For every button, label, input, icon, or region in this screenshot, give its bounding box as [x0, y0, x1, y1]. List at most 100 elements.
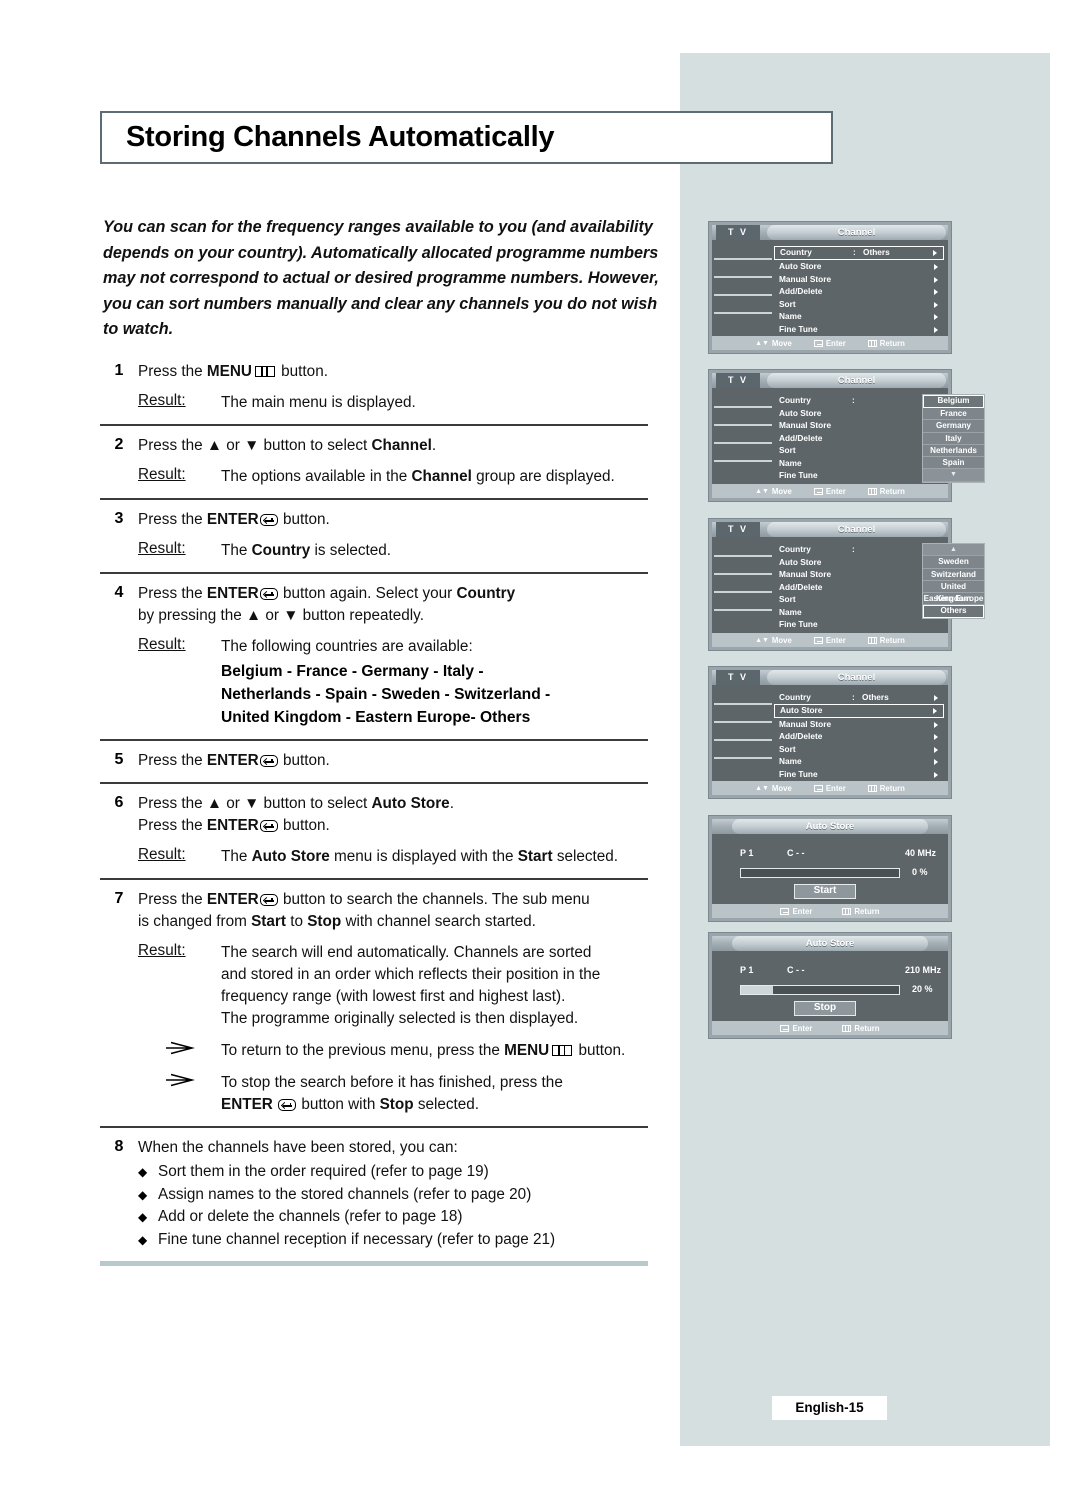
progress-bar-fill	[741, 986, 773, 994]
osd-item-add-delete[interactable]: Add/Delete	[774, 581, 944, 594]
country-option-france[interactable]: France	[923, 408, 984, 421]
enter-keyword: ENTER	[206, 511, 259, 528]
osd-item-fine-tune[interactable]: Fine Tune	[774, 618, 944, 631]
country-option-eastern-europe[interactable]: Eastern Europe	[923, 593, 984, 606]
osd-item-country[interactable]: Country:	[774, 394, 944, 407]
osd-footer-hints: ▲▼ Move Enter Return	[712, 336, 948, 350]
osd-titlebar: T V Channel	[712, 373, 948, 388]
hint-enter: Enter	[780, 907, 812, 916]
up-down-arrows-icon: ▲▼	[755, 784, 769, 792]
osd-item-auto-store[interactable]: Auto Store	[774, 260, 944, 273]
list-item: ◆ Fine tune channel reception if necessar…	[100, 1229, 648, 1252]
step-instruction: Press the ▲ or ▼ button to select Auto S…	[138, 793, 648, 815]
osd-item-manual-store[interactable]: Manual Store	[774, 273, 944, 286]
country-dropdown[interactable]: ▲ Sweden Switzerland United Kingdom East…	[922, 543, 985, 620]
osd-item-manual-store[interactable]: Manual Store	[774, 568, 944, 581]
osd-item-add-delete[interactable]: Add/Delete	[774, 730, 944, 743]
osd-item-fine-tune[interactable]: Fine Tune	[774, 323, 944, 336]
osd-item-sort[interactable]: Sort	[774, 298, 944, 311]
step-1: 1 Press the MENU button. Result: The mai…	[100, 352, 648, 424]
osd-item-auto-store[interactable]: Auto Store	[774, 407, 944, 420]
note-return-to-menu: To return to the previous menu, press th…	[138, 1040, 648, 1062]
osd-titlebar: Auto Store	[712, 936, 948, 951]
country-list: Belgium - France - Germany - Italy - Net…	[221, 660, 550, 729]
osd-item-country[interactable]: Country : Others	[774, 246, 944, 260]
country-option-belgium[interactable]: Belgium	[923, 395, 984, 408]
hint-return-label: Return	[879, 338, 905, 348]
osd-tv-badge: T V	[716, 373, 760, 388]
step-instruction: Press the ENTER button.	[138, 509, 648, 531]
steps-container: 1 Press the MENU button. Result: The mai…	[100, 352, 648, 1266]
osd-decor-lines	[714, 537, 776, 633]
chevron-right-icon	[934, 721, 938, 728]
up-down-arrows-icon: ▲▼	[755, 339, 769, 347]
result-label: Result:	[138, 540, 186, 557]
osd-item-sort[interactable]: Sort	[774, 593, 944, 606]
osd-item-fine-tune[interactable]: Fine Tune	[774, 469, 944, 482]
osd-item-sort[interactable]: Sort	[774, 743, 944, 756]
country-dropdown[interactable]: Belgium France Germany Italy Netherlands…	[922, 394, 985, 483]
osd-item-add-delete[interactable]: Add/Delete	[774, 432, 944, 445]
hint-return: Return	[867, 338, 905, 348]
osd-menu-list: Country: Auto Store Manual Store Add/Del…	[774, 543, 985, 631]
osd-item-add-delete[interactable]: Add/Delete	[774, 285, 944, 298]
scroll-down-icon[interactable]: ▼	[923, 469, 984, 482]
hint-return-label: Return	[879, 635, 905, 645]
country-keyword: Country	[456, 585, 516, 602]
osd-panel-auto-store-start: Auto Store P 1 C - - 40 MHz 0 % Start En…	[708, 815, 952, 922]
osd-item-sort[interactable]: Sort	[774, 444, 944, 457]
osd-item-name[interactable]: Name	[774, 457, 944, 470]
step-result: Result: The Auto Store menu is displayed…	[138, 846, 648, 868]
country-option-netherlands[interactable]: Netherlands	[923, 444, 984, 458]
list-item-label: Assign names to the stored channels (ref…	[158, 1185, 532, 1203]
bullet-list: ◆ Sort them in the order required (refer …	[100, 1161, 648, 1251]
osd-item-manual-store[interactable]: Manual Store	[774, 718, 944, 731]
osd-item-auto-store[interactable]: Auto Store	[774, 556, 944, 569]
country-option-united-kingdom[interactable]: United Kingdom	[923, 580, 984, 603]
osd-panel-country-list-2: T V Channel Country: Auto Store Manual S…	[708, 518, 985, 651]
stop-button[interactable]: Stop	[794, 1001, 856, 1016]
programme-number: P 1	[740, 965, 754, 975]
result-pre: The options available in the	[221, 468, 412, 485]
diamond-icon: ◆	[138, 1165, 148, 1179]
osd-item-name[interactable]: Name	[774, 755, 944, 768]
osd-item-auto-store[interactable]: Auto Store	[774, 703, 944, 718]
result-text: The Country is selected.	[221, 540, 391, 562]
step-result: Result: The search will end automaticall…	[138, 942, 648, 1030]
osd-item-label: Country	[779, 692, 811, 702]
arrow-bullet-icon	[138, 1040, 221, 1055]
step-text-pre: Press the	[138, 891, 203, 908]
enter-key-icon	[813, 784, 823, 792]
osd-panel-auto-store-stop: Auto Store P 1 C - - 210 MHz 20 % Stop E…	[708, 932, 952, 1039]
osd-item-country[interactable]: Country:	[774, 543, 944, 556]
result-label: Result:	[138, 466, 186, 483]
scroll-up-icon[interactable]: ▲	[923, 544, 984, 557]
result-label: Result:	[138, 636, 186, 653]
country-option-germany[interactable]: Germany	[923, 420, 984, 433]
osd-item-fine-tune[interactable]: Fine Tune	[774, 768, 944, 781]
country-option-sweden[interactable]: Sweden	[923, 556, 984, 569]
osd-item-label: Auto Store	[779, 556, 822, 567]
osd-item-country[interactable]: Country : Others	[774, 691, 944, 704]
osd-item-label: Country	[779, 544, 811, 554]
step-text-post: button.	[281, 363, 328, 380]
arrow-head-icon	[165, 1041, 195, 1055]
step-result: Result: The Country is selected.	[138, 540, 648, 562]
hint-enter-label: Enter	[825, 486, 846, 496]
osd-tv-badge: T V	[716, 225, 760, 240]
menu-keyword: MENU	[504, 1042, 550, 1059]
osd-item-label: Sort	[779, 298, 796, 309]
country-option-spain[interactable]: Spain	[923, 457, 984, 470]
start-button[interactable]: Start	[794, 884, 856, 899]
osd-item-manual-store[interactable]: Manual Store	[774, 419, 944, 432]
result-keyword-2: Start	[517, 848, 553, 865]
country-option-switzerland[interactable]: Switzerland	[923, 568, 984, 581]
step-text-post: with channel search started.	[341, 913, 536, 930]
hint-enter: Enter	[780, 1024, 812, 1033]
country-option-others[interactable]: Others	[923, 605, 984, 619]
osd-item-name[interactable]: Name	[774, 606, 944, 619]
osd-item-name[interactable]: Name	[774, 310, 944, 323]
diamond-icon: ◆	[138, 1210, 148, 1224]
country-option-italy[interactable]: Italy	[923, 432, 984, 445]
page-title-box: Storing Channels Automatically	[100, 111, 833, 164]
